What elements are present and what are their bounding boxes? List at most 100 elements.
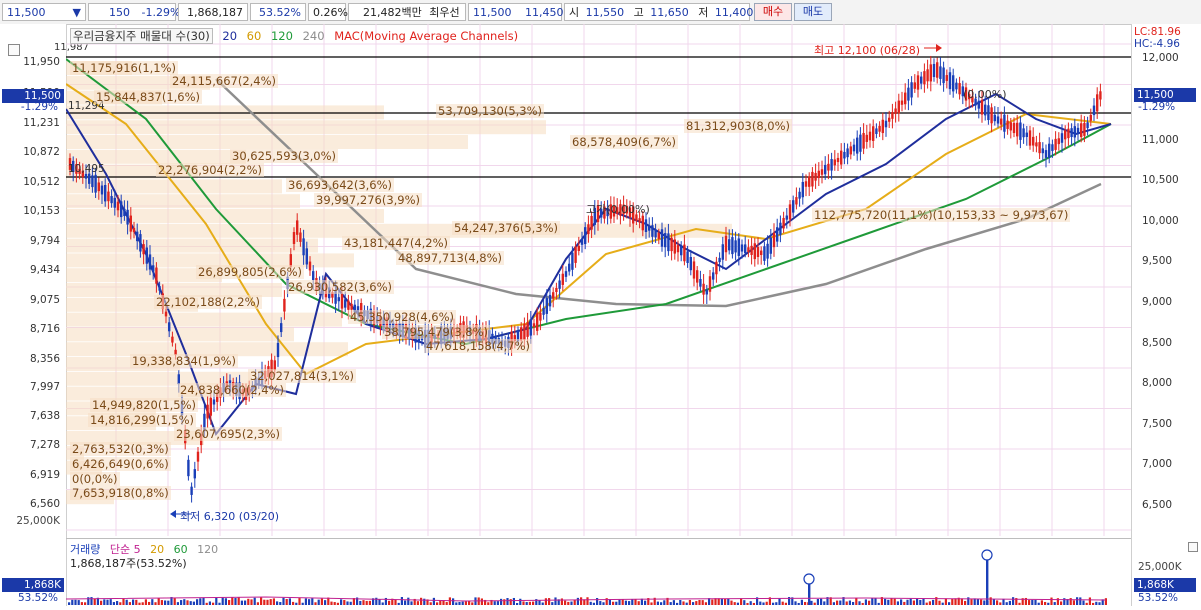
right-axis-tick: 11,000 [1142,134,1179,146]
candle-body [801,181,804,198]
volume-bar [855,597,858,605]
candle-body [1038,142,1041,154]
volume-bar [784,602,787,605]
candle-body [1032,136,1035,146]
volume-bar [874,598,877,605]
turnover-box: 0.26% [308,3,348,21]
volume-bar [1098,602,1101,605]
chart-settings-icon[interactable] [8,44,20,56]
volume-bar [154,602,157,605]
candle-body [1041,148,1044,154]
volume-bar [980,599,983,605]
volume-bar [116,601,119,605]
volume-bar [660,602,663,605]
volume-bar [224,598,227,605]
price-value: 11,500 [7,6,46,19]
candle-body [142,244,145,255]
candle-body [760,250,763,256]
volume-bar [253,597,256,605]
candle-body [587,224,590,235]
volume-bar [599,601,602,605]
volume-bar [1040,600,1043,605]
volume-bar [314,602,317,605]
volume-bar [272,598,275,605]
volume-bar [800,599,803,605]
volume-bar [695,601,698,605]
candle-body [712,272,715,280]
volume-bar [343,600,346,605]
volume-bar [775,602,778,605]
candle-body [552,292,555,299]
right-axis-tick: 10,500 [1142,174,1179,186]
sell-button[interactable]: 매도 [794,3,832,21]
candle-body [667,233,670,252]
volume-profile-label: 45,350,928(4,6%) [348,310,457,324]
candle-body [740,244,744,252]
volume-bar [554,597,557,605]
volume-bar [820,598,823,605]
vol-right-current: 1,868K [1134,578,1196,592]
candle-body [555,287,558,293]
volume-settings-icon[interactable] [1188,542,1198,552]
volume-bar [365,600,368,605]
volume-bar [500,598,503,605]
candle-body [1086,122,1089,129]
volume-bar [394,599,397,605]
left-axis-tick: 10,872 [23,146,60,158]
candle-body [148,254,152,270]
volume-bar [1069,598,1072,605]
volume-bar [525,602,528,605]
volume-bar [292,601,295,605]
volume-profile-label: 81,312,903(8,0%) [684,119,793,133]
candle-body [577,245,580,251]
volume-bar [612,601,615,605]
candle-body [894,108,897,114]
volume-bar [669,602,672,605]
volume-bar [135,599,138,605]
volume-chart[interactable]: 거래량 단순 5 20 60 120 1,868,187주(53.52%) [65,538,1131,607]
volume-bar [100,600,103,605]
volume-bar [1008,600,1011,605]
candle-body [1003,114,1006,132]
volume-bar [487,602,490,605]
right-axis-tick: 6,500 [1142,499,1173,511]
volume-bar [1053,602,1056,605]
candle-body [884,120,888,128]
candle-body [1048,143,1051,158]
candle-body [948,72,952,90]
buy-button[interactable]: 매수 [754,3,792,21]
volume-bar [362,600,365,605]
candle-body [344,299,347,308]
volume-bar [663,600,666,605]
volume-bar [538,600,541,605]
price-chart[interactable]: 우리금융지주 매물대 수(30) 20 60 120 240 MAC(Movin… [65,24,1131,536]
price-select[interactable]: 11,500 ▼ [2,3,86,21]
candle-body [302,238,305,256]
candle-body [686,251,689,263]
candle-body [136,231,139,242]
low-label: 저 [698,6,709,19]
candle-body [1028,130,1032,146]
bid-value: 11,450 [525,6,564,19]
volume-bar [215,597,218,605]
volume-bar [692,602,695,605]
volume-bar [852,601,855,605]
candle-body [292,232,296,244]
volume-bar [407,597,410,605]
volume-profile-bar [66,135,468,149]
volume-bar [244,600,247,605]
candle-body [1016,122,1019,137]
candle-body [977,100,980,109]
volume-bar [551,602,554,605]
candle-body [913,82,916,89]
volume-bar [925,602,928,605]
right-axis-tick: 8,000 [1142,377,1173,389]
right-axis-tick: 10,000 [1142,215,1179,227]
volume-bar [893,598,896,605]
volume-bar [672,600,675,605]
candle-body [881,119,884,134]
candle-body [1057,138,1060,145]
change-pct: -1.29% [141,6,181,19]
candle-body [97,182,100,192]
volume-bar [141,602,144,605]
